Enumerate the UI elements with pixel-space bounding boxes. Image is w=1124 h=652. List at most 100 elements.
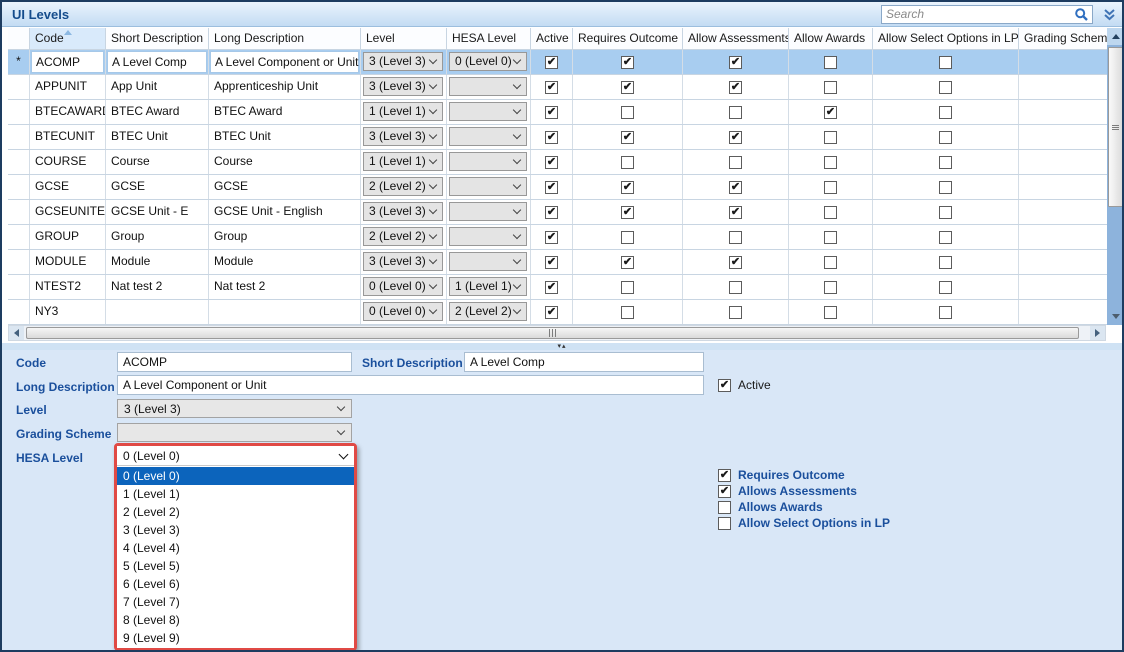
cell-allow-select-options[interactable]: [873, 175, 1019, 199]
table-row[interactable]: BTECAWARDBTEC AwardBTEC Award1 (Level 1)…: [8, 100, 1124, 125]
panel-splitter[interactable]: ▾▴: [2, 343, 1122, 350]
cell-short-description[interactable]: Module: [106, 250, 209, 274]
checked-checkbox[interactable]: ✔: [621, 181, 634, 194]
vertical-scrollbar-thumb[interactable]: [1108, 47, 1123, 207]
checked-checkbox[interactable]: ✔: [621, 206, 634, 219]
cell-allow-awards[interactable]: [789, 150, 873, 174]
checked-checkbox[interactable]: ✔: [545, 281, 558, 294]
short-description-field[interactable]: [464, 352, 704, 372]
cell-code[interactable]: NTEST2: [30, 275, 106, 299]
grid-dropdown[interactable]: [449, 102, 527, 121]
unchecked-checkbox[interactable]: [824, 56, 837, 69]
cell-allow-assessments[interactable]: ✔: [683, 200, 789, 224]
cell-level[interactable]: 0 (Level 0): [361, 275, 447, 299]
header-long-description[interactable]: Long Description: [209, 28, 361, 50]
unchecked-checkbox[interactable]: [939, 281, 952, 294]
unchecked-checkbox[interactable]: [718, 501, 731, 514]
cell-requires-outcome[interactable]: ✔: [573, 50, 683, 74]
unchecked-checkbox[interactable]: [824, 231, 837, 244]
cell-grading-scheme[interactable]: [1019, 275, 1107, 299]
cell-short-description[interactable]: App Unit: [106, 75, 209, 99]
grid-dropdown[interactable]: 3 (Level 3): [363, 77, 443, 96]
checked-checkbox[interactable]: ✔: [621, 81, 634, 94]
unchecked-checkbox[interactable]: [939, 206, 952, 219]
cell-allow-select-options[interactable]: [873, 225, 1019, 249]
cell-code[interactable]: GCSEUNITEN: [30, 200, 106, 224]
cell-hesa-level[interactable]: [447, 250, 531, 274]
cell-requires-outcome[interactable]: ✔: [573, 175, 683, 199]
grid-dropdown[interactable]: 2 (Level 2): [363, 177, 443, 196]
cell-requires-outcome[interactable]: [573, 300, 683, 324]
cell-allow-awards[interactable]: [789, 175, 873, 199]
hesa-level-option[interactable]: 6 (Level 6): [117, 575, 354, 593]
cell-level[interactable]: 1 (Level 1): [361, 100, 447, 124]
unchecked-checkbox[interactable]: [729, 156, 742, 169]
hesa-level-option[interactable]: 3 (Level 3): [117, 521, 354, 539]
hesa-level-combobox[interactable]: 0 (Level 0): [117, 446, 354, 466]
unchecked-checkbox[interactable]: [729, 281, 742, 294]
cell-active[interactable]: ✔: [531, 250, 573, 274]
table-row[interactable]: BTECUNITBTEC UnitBTEC Unit3 (Level 3)✔✔✔: [8, 125, 1124, 150]
cell-grading-scheme[interactable]: [1019, 100, 1107, 124]
cell-requires-outcome[interactable]: [573, 275, 683, 299]
cell-code[interactable]: COURSE: [30, 150, 106, 174]
checked-checkbox[interactable]: ✔: [718, 485, 731, 498]
grid-dropdown[interactable]: 0 (Level 0): [363, 277, 443, 296]
grid-dropdown[interactable]: 2 (Level 2): [363, 227, 443, 246]
cell-code[interactable]: NY3: [30, 300, 106, 324]
cell-active[interactable]: ✔: [531, 150, 573, 174]
cell-active[interactable]: ✔: [531, 125, 573, 149]
checked-checkbox[interactable]: ✔: [729, 206, 742, 219]
header-allow-assessments[interactable]: Allow Assessments: [683, 28, 789, 50]
checked-checkbox[interactable]: ✔: [621, 56, 634, 69]
cell-level[interactable]: 3 (Level 3): [361, 250, 447, 274]
cell-allow-assessments[interactable]: ✔: [683, 50, 789, 74]
checked-checkbox[interactable]: ✔: [718, 469, 731, 482]
cell-requires-outcome[interactable]: ✔: [573, 200, 683, 224]
cell-allow-awards[interactable]: [789, 200, 873, 224]
cell-code-editor[interactable]: ACOMP: [31, 51, 104, 73]
scroll-left-icon[interactable]: [9, 326, 24, 340]
table-row[interactable]: *ACOMPA Level CompA Level Component or U…: [8, 50, 1124, 75]
cell-allow-awards[interactable]: [789, 250, 873, 274]
cell-hesa-level[interactable]: [447, 225, 531, 249]
search-input[interactable]: [882, 7, 1074, 21]
cell-short-description[interactable]: BTEC Award: [106, 100, 209, 124]
cell-allow-awards[interactable]: [789, 275, 873, 299]
cell-level[interactable]: 2 (Level 2): [361, 175, 447, 199]
grid-dropdown[interactable]: 1 (Level 1): [449, 277, 527, 296]
cell-long-description[interactable]: GCSE Unit - English: [209, 200, 361, 224]
hesa-level-option[interactable]: 8 (Level 8): [117, 611, 354, 629]
cell-hesa-level[interactable]: [447, 150, 531, 174]
cell-level[interactable]: 3 (Level 3): [361, 50, 447, 74]
grid-dropdown[interactable]: 1 (Level 1): [363, 102, 443, 121]
cell-allow-awards[interactable]: [789, 300, 873, 324]
cell-allow-select-options[interactable]: [873, 300, 1019, 324]
cell-hesa-level[interactable]: [447, 125, 531, 149]
cell-long-description[interactable]: BTEC Unit: [209, 125, 361, 149]
unchecked-checkbox[interactable]: [824, 281, 837, 294]
unchecked-checkbox[interactable]: [621, 106, 634, 119]
cell-requires-outcome[interactable]: [573, 225, 683, 249]
checked-checkbox[interactable]: ✔: [729, 256, 742, 269]
unchecked-checkbox[interactable]: [729, 306, 742, 319]
cell-hesa-level[interactable]: 0 (Level 0): [447, 50, 531, 74]
cell-short-description[interactable]: BTEC Unit: [106, 125, 209, 149]
cell-grading-scheme[interactable]: [1019, 200, 1107, 224]
hesa-level-option[interactable]: 5 (Level 5): [117, 557, 354, 575]
cell-allow-select-options[interactable]: [873, 50, 1019, 74]
header-hesa-level[interactable]: HESA Level: [447, 28, 531, 50]
cell-requires-outcome[interactable]: [573, 100, 683, 124]
unchecked-checkbox[interactable]: [621, 306, 634, 319]
unchecked-checkbox[interactable]: [939, 306, 952, 319]
cell-hesa-level[interactable]: 1 (Level 1): [447, 275, 531, 299]
cell-allow-awards[interactable]: ✔: [789, 100, 873, 124]
header-level[interactable]: Level: [361, 28, 447, 50]
cell-allow-assessments[interactable]: [683, 300, 789, 324]
cell-hesa-level[interactable]: 2 (Level 2): [447, 300, 531, 324]
cell-level[interactable]: 3 (Level 3): [361, 200, 447, 224]
cell-active[interactable]: ✔: [531, 50, 573, 74]
checked-checkbox[interactable]: ✔: [545, 256, 558, 269]
cell-allow-assessments[interactable]: [683, 225, 789, 249]
cell-active[interactable]: ✔: [531, 75, 573, 99]
